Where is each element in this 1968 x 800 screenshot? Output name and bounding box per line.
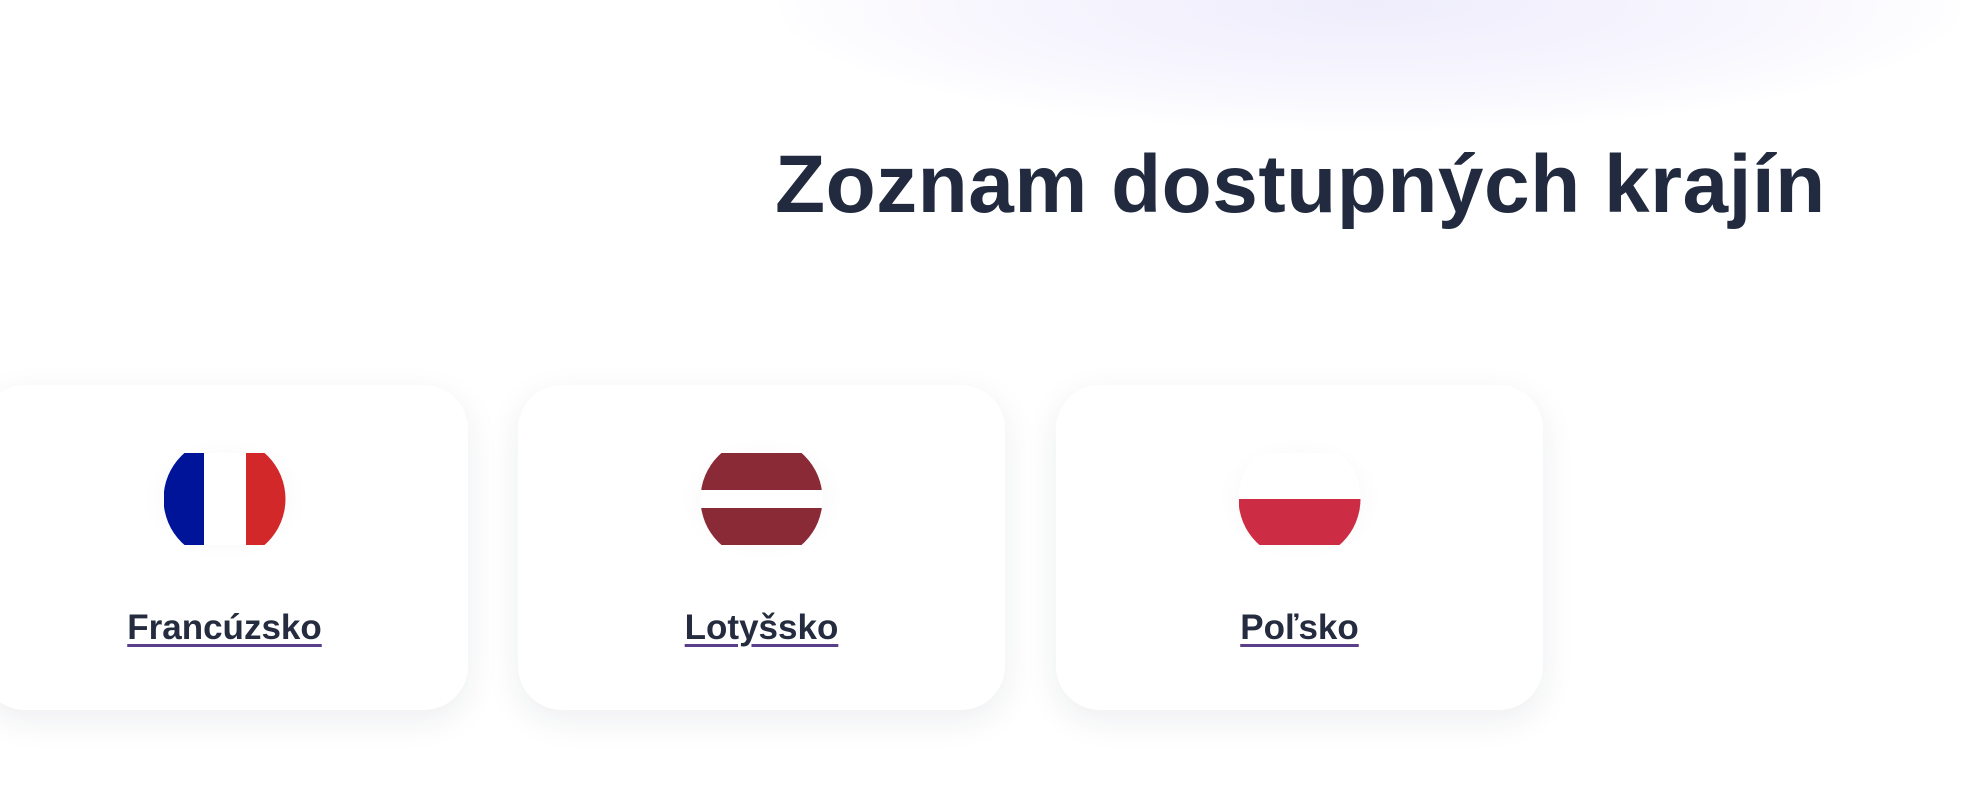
country-card-latvia[interactable]: Lotyšsko [518,385,1005,710]
country-card-france[interactable]: Francúzsko [0,385,468,710]
country-link-poland[interactable]: Poľsko [1240,608,1359,647]
country-link-latvia[interactable]: Lotyšsko [685,608,839,647]
country-card-poland[interactable]: Poľsko [1056,385,1543,710]
poland-flag-icon [1238,453,1361,545]
france-flag-icon [163,453,286,545]
latvia-flag-icon [700,453,823,545]
country-link-france[interactable]: Francúzsko [127,608,322,647]
background-glow [780,0,1960,130]
page-title: Zoznam dostupných krajín [775,139,1826,230]
